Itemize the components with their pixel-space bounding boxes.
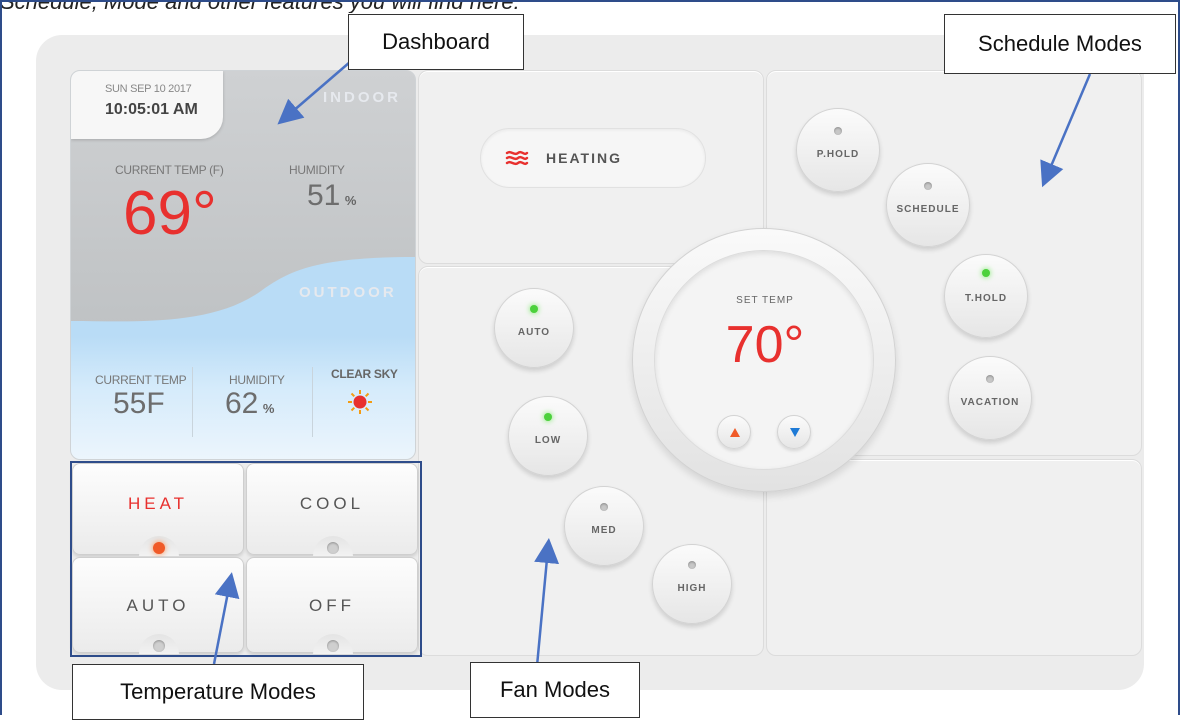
annotation-arrows bbox=[212, 61, 1092, 667]
dashboard-callout: Dashboard bbox=[348, 14, 524, 70]
temperature-modes-callout: Temperature Modes bbox=[72, 664, 364, 720]
fan-arrow bbox=[534, 538, 560, 667]
temperature-arrow bbox=[212, 572, 240, 665]
schedule-arrow bbox=[1040, 73, 1092, 188]
schedule-modes-callout: Schedule Modes bbox=[944, 14, 1176, 74]
fan-modes-callout: Fan Modes bbox=[470, 662, 640, 718]
dashboard-arrow bbox=[277, 61, 351, 125]
